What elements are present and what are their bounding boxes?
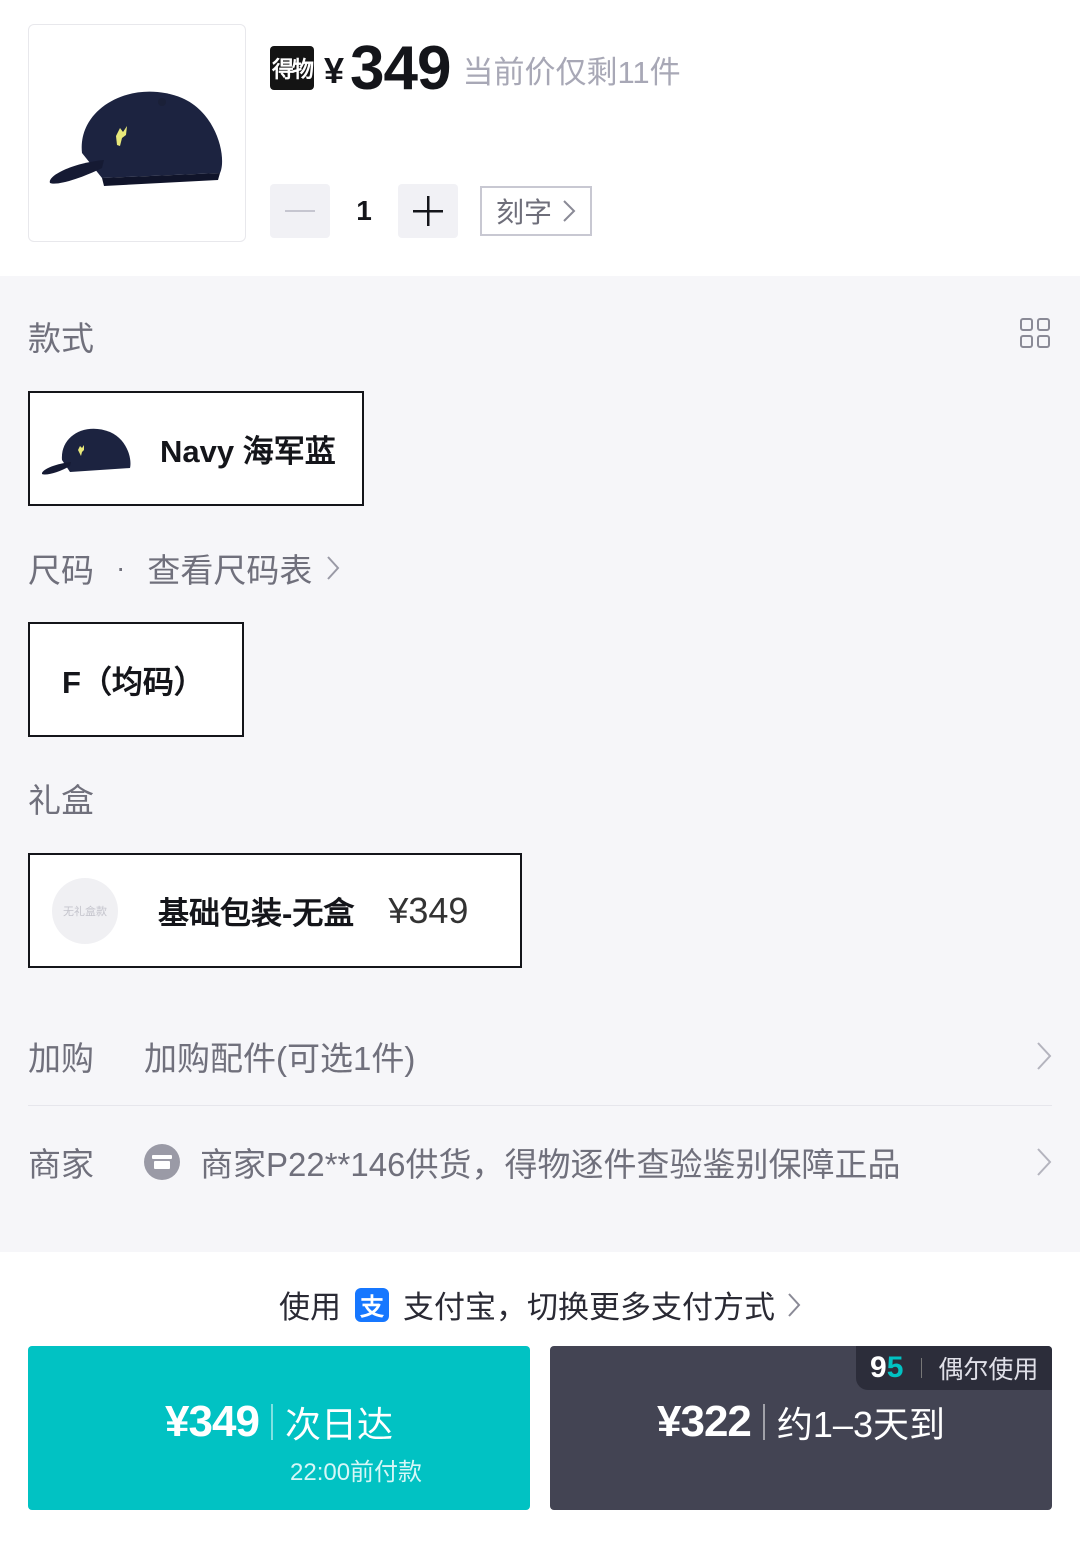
badge-separator — [921, 1358, 923, 1378]
size-option-label: F（均码） — [62, 665, 205, 700]
plus-icon — [413, 196, 443, 226]
badge-95: 95 偶尔使用 — [856, 1346, 1052, 1390]
chevron-right-icon — [563, 200, 576, 222]
next-day-deadline: 22:00前付款 — [290, 1459, 423, 1486]
dewu-logo: 得物 — [270, 46, 314, 90]
style-option-label: Navy 海军蓝 — [160, 434, 336, 469]
next-day-price: ¥349 — [165, 1397, 260, 1446]
engrave-button[interactable]: 刻字 — [480, 186, 593, 236]
chevron-right-icon — [1037, 1148, 1052, 1176]
currency-symbol: ¥ — [324, 50, 345, 91]
gift-option-no-box[interactable]: 无礼盒款 基础包装-无盒 ¥349 — [28, 853, 522, 968]
engrave-label: 刻字 — [496, 197, 553, 228]
gift-label: 礼盒 — [28, 782, 94, 819]
separator-dot: · — [116, 552, 126, 583]
seller-row[interactable]: 商家 商家P22**146供货，得物逐件查验鉴别保障正品 — [28, 1138, 1052, 1186]
chevron-right-icon — [327, 556, 340, 580]
chevron-right-icon — [1037, 1042, 1052, 1070]
store-icon — [144, 1144, 180, 1180]
alipay-icon: 支 — [355, 1287, 389, 1322]
standard-delivery-label: 约1–3天到 — [776, 1404, 945, 1445]
product-image[interactable] — [28, 24, 246, 242]
seller-label: 商家 — [28, 1146, 94, 1183]
size-label: 尺码 — [28, 552, 94, 589]
buy-standard-button[interactable]: 95 偶尔使用 ¥322 约1–3天到 — [550, 1346, 1052, 1510]
price-row: 得物 ¥ 349 当前价仅剩11件 — [270, 36, 681, 100]
gift-option-price: ¥349 — [388, 889, 469, 931]
product-header: 得物 ¥ 349 当前价仅剩11件 1 刻字 — [0, 0, 1080, 276]
payment-method-text: 支付宝，切换更多支付方式 — [403, 1290, 775, 1325]
addon-value: 加购配件(可选1件) — [144, 1040, 416, 1077]
gift-thumb: 无礼盒款 — [52, 877, 118, 944]
standard-price: ¥322 — [657, 1397, 752, 1446]
navy-cap-icon — [49, 91, 223, 186]
checkout-bar: 使用 支 支付宝，切换更多支付方式 ¥349 次日达 22:00前付款 95 偶… — [0, 1252, 1080, 1548]
badge-95-logo: 95 — [870, 1351, 904, 1384]
next-day-label: 次日达 — [284, 1404, 393, 1445]
size-option-f[interactable]: F（均码） — [28, 622, 244, 737]
minus-icon — [285, 210, 315, 212]
navy-cap-thumb-icon — [41, 428, 131, 475]
increase-button[interactable] — [398, 184, 458, 238]
current-price: 349 — [350, 34, 451, 103]
stock-note: 当前价仅剩11件 — [462, 55, 681, 90]
quantity-stepper: 1 刻字 — [270, 184, 593, 238]
grid-view-icon[interactable] — [1020, 318, 1050, 348]
decrease-button[interactable] — [270, 184, 330, 238]
seller-value: 商家P22**146供货，得物逐件查验鉴别保障正品 — [200, 1146, 901, 1183]
divider — [28, 1105, 1052, 1106]
price-separator — [270, 1404, 273, 1440]
badge-text: 偶尔使用 — [938, 1356, 1039, 1384]
gift-option-label: 基础包装-无盒 — [158, 896, 355, 931]
payment-prefix: 使用 — [279, 1290, 341, 1325]
size-chart-link[interactable]: 查看尺码表 — [147, 544, 312, 592]
price-separator — [762, 1404, 765, 1440]
options-panel: 款式 Navy 海军蓝 尺码 · 查看尺码表 F（均码） 礼盒 无礼盒款 基础包… — [0, 276, 1080, 1252]
buy-next-day-button[interactable]: ¥349 次日达 22:00前付款 — [28, 1346, 530, 1510]
style-label: 款式 — [28, 320, 94, 357]
style-option-navy[interactable]: Navy 海军蓝 — [28, 391, 364, 506]
addon-row[interactable]: 加购 加购配件(可选1件) — [28, 1032, 1052, 1080]
size-row: 尺码 · 查看尺码表 — [28, 544, 340, 592]
addon-label: 加购 — [28, 1040, 94, 1077]
chevron-right-icon — [788, 1292, 801, 1317]
payment-method-row[interactable]: 使用 支 支付宝，切换更多支付方式 — [0, 1282, 1080, 1327]
quantity-value[interactable]: 1 — [330, 195, 398, 227]
